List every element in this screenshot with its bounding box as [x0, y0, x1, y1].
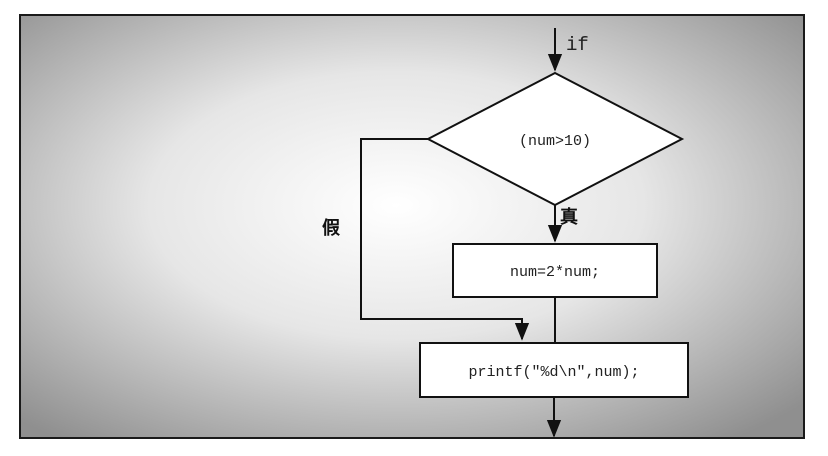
entry-label: if — [566, 34, 589, 56]
false-label: 假 — [322, 217, 341, 239]
true-label: 真 — [560, 206, 578, 228]
flowchart-diagram: if (num>10) 真 num=2*num; 假 printf("%d\n"… — [19, 14, 805, 439]
output-text: printf("%d\n",num); — [468, 364, 639, 381]
process-text: num=2*num; — [510, 264, 600, 281]
condition-text: (num>10) — [519, 133, 591, 150]
